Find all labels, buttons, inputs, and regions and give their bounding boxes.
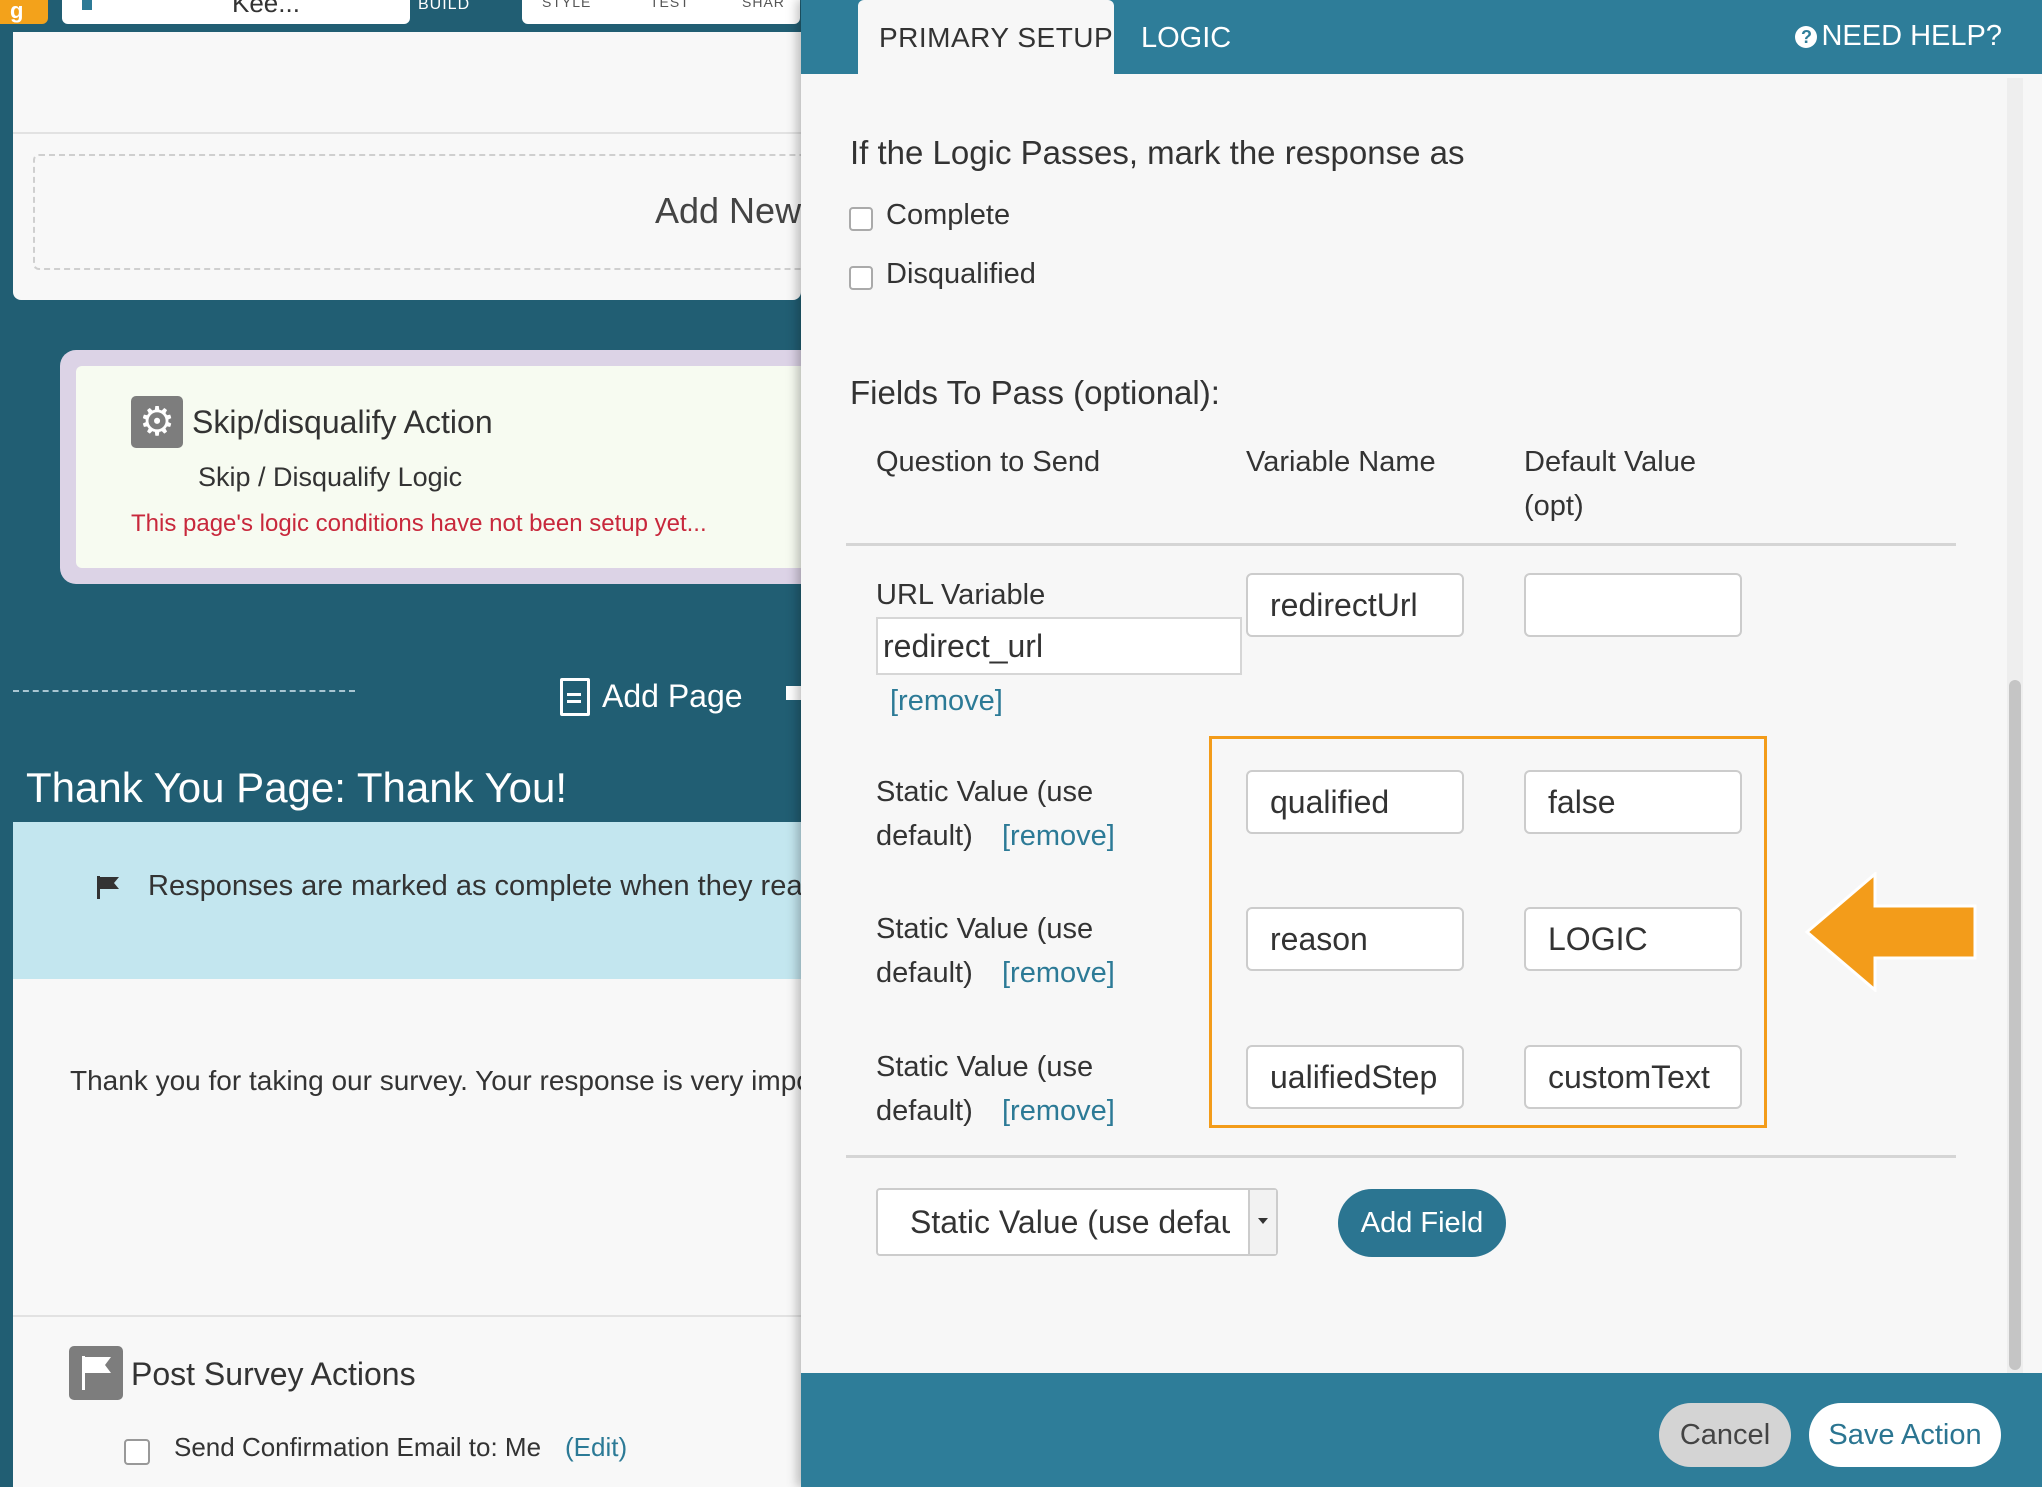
col-variable: Variable Name — [1246, 446, 1436, 478]
add-page-button[interactable]: Add Page — [560, 676, 743, 716]
page-break-line — [13, 690, 355, 692]
divider — [13, 132, 801, 134]
remove-link[interactable]: [remove] — [1002, 1089, 1115, 1133]
send-email-checkbox[interactable] — [124, 1439, 150, 1465]
url-variable-input[interactable]: redirect_url — [876, 617, 1242, 675]
default-value-input[interactable] — [1524, 573, 1742, 637]
nav-tab-share[interactable]: SHAR — [742, 0, 785, 10]
disqualified-label: Disqualified — [886, 258, 1036, 290]
row-label-2: default) — [876, 820, 973, 852]
row-label: Static Value (use — [876, 776, 1094, 808]
thank-you-card: Responses are marked as complete when th… — [13, 822, 833, 1487]
save-action-button[interactable]: Save Action — [1809, 1403, 2001, 1467]
highlight-box — [1209, 736, 1767, 1128]
app-logo[interactable]: g — [0, 0, 48, 24]
fields-heading: Fields To Pass (optional): — [850, 374, 1220, 411]
tab-primary-setup[interactable]: PRIMARY SETUP — [858, 0, 1114, 76]
divider — [13, 1315, 801, 1317]
scrollbar[interactable] — [2009, 680, 2021, 1370]
thank-you-message: Thank you for taking our survey. Your re… — [70, 1065, 822, 1096]
remove-link[interactable]: [remove] — [1002, 814, 1115, 858]
row-label: Static Value (use — [876, 1051, 1094, 1083]
home-icon — [82, 0, 92, 10]
flag-icon — [97, 876, 119, 899]
row-label: Static Value (use — [876, 913, 1094, 945]
caret-down-icon — [1248, 1190, 1276, 1254]
remove-link[interactable]: [remove] — [1002, 951, 1115, 995]
complete-banner: Responses are marked as complete when th… — [13, 822, 833, 979]
survey-title-chip[interactable]: Kee... — [62, 0, 410, 24]
skip-card-inner: ⚙ Skip/disqualify Action Skip / Disquali… — [76, 366, 801, 568]
modal-footer: Cancel Save Action — [801, 1373, 2042, 1487]
nav-tab-test[interactable]: TEST — [650, 0, 690, 10]
skip-card-title: Skip/disqualify Action — [192, 404, 493, 440]
col-question: Question to Send — [876, 446, 1101, 478]
arrow-left-icon — [1804, 872, 1977, 992]
field-type-select[interactable]: Static Value (use defau — [876, 1188, 1278, 1256]
post-survey-title: Post Survey Actions — [131, 1356, 416, 1392]
row-label: URL Variable — [876, 579, 1046, 611]
variable-name-input[interactable]: redirectUrl — [1246, 573, 1464, 637]
thank-you-page-title: Thank You Page: Thank You! — [26, 764, 568, 811]
send-email-label: Send Confirmation Email to: Me — [174, 1432, 542, 1462]
need-help-link[interactable]: ? NEED HELP? — [1795, 20, 2002, 53]
modal-header: PRIMARY SETUP LOGIC ? NEED HELP? — [801, 0, 2042, 76]
gear-icon: ⚙ — [131, 396, 183, 448]
nav-tab-style[interactable]: STYLE — [542, 0, 591, 10]
table-header-divider — [846, 543, 1956, 546]
add-extra-icon[interactable] — [786, 686, 801, 700]
skip-disqualify-card[interactable]: ⚙ Skip/disqualify Action Skip / Disquali… — [60, 350, 801, 584]
edit-email-link[interactable]: (Edit) — [565, 1432, 627, 1463]
skip-action-modal: PRIMARY SETUP LOGIC ? NEED HELP? If the L… — [801, 0, 2042, 1487]
skip-card-subtitle: Skip / Disqualify Logic — [198, 462, 463, 492]
doc-icon — [560, 677, 590, 716]
complete-label: Complete — [886, 199, 1011, 231]
complete-checkbox[interactable] — [849, 207, 873, 231]
survey-builder-background: g Kee... BUILD STYLE TEST SHAR Add New ⚙… — [0, 0, 833, 1487]
disqualified-checkbox[interactable] — [849, 266, 873, 290]
banner-text: Responses are marked as complete when th… — [148, 870, 834, 902]
tab-logic[interactable]: LOGIC — [1141, 22, 1231, 55]
add-new-question-box[interactable]: Add New — [33, 154, 803, 270]
flag-icon — [69, 1346, 123, 1400]
cancel-button[interactable]: Cancel — [1659, 1403, 1791, 1467]
survey-title: Kee... — [232, 0, 300, 18]
page-card: Add New — [13, 32, 803, 300]
skip-card-warning: This page's logic conditions have not be… — [131, 510, 707, 537]
nav-build[interactable]: BUILD — [418, 0, 470, 14]
help-icon: ? — [1795, 26, 1818, 48]
table-footer-divider — [846, 1155, 1956, 1158]
row-label-2: default) — [876, 957, 973, 989]
nav-tabs: STYLE TEST SHAR — [522, 0, 800, 24]
add-field-button[interactable]: Add Field — [1338, 1189, 1506, 1257]
pass-heading: If the Logic Passes, mark the response a… — [850, 134, 1465, 171]
add-new-label: Add New — [655, 190, 802, 231]
col-default: Default Value — [1524, 446, 1696, 478]
remove-link[interactable]: [remove] — [890, 679, 1003, 723]
row-label-2: default) — [876, 1095, 973, 1127]
col-default-opt: (opt) — [1524, 490, 1584, 522]
